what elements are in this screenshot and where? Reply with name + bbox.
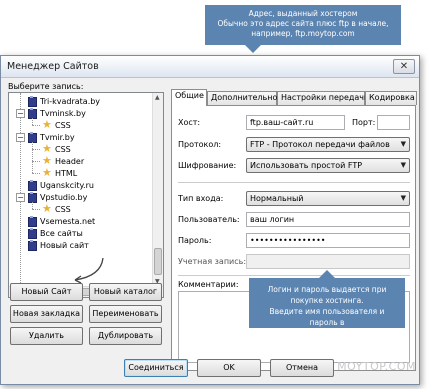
tree-item-label: Header bbox=[55, 156, 85, 166]
tab-transfer-settings[interactable]: Настройки передачи bbox=[277, 91, 369, 105]
star-folder-icon bbox=[42, 202, 52, 215]
star-folder-icon bbox=[42, 154, 52, 167]
login-hint-line-2: Введите имя пользователя и пароль в bbox=[269, 307, 385, 327]
tree-item-label: CSS bbox=[55, 204, 71, 214]
host-hint-line-2: Обычно это адрес сайта плюс ftp в начале… bbox=[217, 19, 389, 28]
login-hint-line-1: Логин и пароль выдается при покупке хост… bbox=[267, 285, 387, 305]
tree-item-label: Tvmir.by bbox=[40, 132, 75, 142]
tree-item-label: Tri-kvadrata.by bbox=[40, 96, 101, 106]
collapse-icon[interactable]: − bbox=[16, 109, 25, 118]
site-icon bbox=[27, 96, 37, 107]
logon-type-label: Тип входа: bbox=[178, 194, 224, 203]
divider bbox=[178, 182, 410, 183]
login-hint-line-3: соответствующие поля и нажмите "Соединит… bbox=[258, 329, 396, 349]
tree-item-site[interactable]: Vsemesta.net bbox=[27, 215, 95, 227]
site-icon bbox=[27, 216, 37, 227]
scroll-up-icon[interactable]: ▲ bbox=[155, 94, 160, 101]
site-icon bbox=[27, 192, 37, 203]
tree-item-folder[interactable]: HTML bbox=[42, 166, 78, 179]
collapse-icon[interactable]: − bbox=[16, 193, 25, 202]
logon-type-value: Нормальный bbox=[250, 194, 304, 203]
tree-item-site[interactable]: Новый сайт bbox=[27, 239, 89, 251]
site-icon bbox=[27, 132, 37, 143]
tree-vertical-scrollbar[interactable]: ▲ ▼ bbox=[152, 93, 163, 287]
encryption-select[interactable]: Использовать простой FTP ▼ bbox=[246, 158, 410, 173]
chevron-down-icon: ▼ bbox=[400, 161, 406, 169]
rename-button[interactable]: Переименовать bbox=[89, 305, 162, 323]
cancel-button[interactable]: Отмена bbox=[270, 359, 334, 377]
window-title: Менеджер Сайтов bbox=[7, 61, 99, 72]
tree-item-label: Все сайты bbox=[40, 228, 83, 238]
encryption-label: Шифрование: bbox=[178, 161, 237, 170]
tree-item-site[interactable]: Tri-kvadrata.by bbox=[27, 95, 100, 107]
star-folder-icon bbox=[42, 166, 52, 179]
connect-button[interactable]: Соединиться bbox=[124, 359, 188, 377]
tree-item-label: Новый сайт bbox=[40, 240, 89, 250]
host-hint-line-3: например, ftp.moytop.com bbox=[251, 29, 355, 38]
tree-item-folder[interactable]: CSS bbox=[42, 202, 71, 215]
protocol-label: Протокол: bbox=[178, 140, 222, 149]
star-folder-icon bbox=[42, 142, 52, 155]
tree-item-site[interactable]: Uganskcity.ru bbox=[27, 179, 94, 191]
chevron-down-icon: ▼ bbox=[400, 140, 406, 148]
tab-general[interactable]: Общие bbox=[171, 89, 207, 106]
tree-item-label: HTML bbox=[55, 168, 78, 178]
tab-advanced[interactable]: Дополнительно bbox=[207, 91, 277, 105]
tree-item-site[interactable]: Vpstudio.by bbox=[27, 191, 87, 203]
hint-arrow-icon bbox=[74, 257, 104, 284]
duplicate-button[interactable]: Дублировать bbox=[89, 327, 162, 345]
close-button[interactable]: ✕ bbox=[393, 59, 415, 74]
login-hint-callout: Логин и пароль выдается при покупке хост… bbox=[249, 270, 405, 349]
host-input[interactable]: ftp.ваш-сайт.ru bbox=[246, 115, 345, 130]
port-label: Порт: bbox=[352, 118, 376, 127]
comments-label: Комментарии: bbox=[178, 280, 239, 289]
account-label: Учетная запись: bbox=[178, 257, 247, 266]
user-input[interactable]: ваш логин bbox=[246, 212, 410, 227]
account-input bbox=[246, 254, 410, 269]
delete-button[interactable]: Удалить bbox=[10, 327, 83, 345]
host-hint-callout: Адрес, выданный хостером Обычно это адре… bbox=[205, 5, 401, 53]
site-icon bbox=[27, 108, 37, 119]
close-icon: ✕ bbox=[399, 61, 409, 72]
encryption-value: Использовать простой FTP bbox=[250, 161, 363, 170]
tree-item-label: CSS bbox=[55, 120, 71, 130]
divider bbox=[178, 275, 410, 276]
scroll-thumb[interactable] bbox=[154, 248, 162, 275]
tree-item-label: Vsemesta.net bbox=[40, 216, 96, 226]
tree-item-label: CSS bbox=[55, 144, 71, 154]
user-label: Пользователь: bbox=[178, 215, 240, 224]
host-label: Хост: bbox=[178, 118, 201, 127]
logon-type-select[interactable]: Нормальный ▼ bbox=[246, 191, 410, 206]
watermark: MOYTOP.COM bbox=[337, 360, 416, 373]
tree-item-label: Tvminsk.by bbox=[40, 108, 86, 118]
site-manager-window: Менеджер Сайтов ✕ Выберите запись: Tri-k… bbox=[0, 55, 420, 385]
site-icon bbox=[27, 240, 37, 251]
select-entry-label: Выберите запись: bbox=[8, 82, 84, 91]
new-bookmark-button[interactable]: Новая закладка bbox=[10, 305, 83, 323]
site-icon bbox=[27, 228, 37, 239]
port-input[interactable] bbox=[377, 115, 410, 130]
password-label: Пароль: bbox=[178, 236, 212, 245]
star-folder-icon bbox=[42, 118, 52, 131]
tree-item-site[interactable]: Tvminsk.by bbox=[27, 107, 86, 119]
tree-item-label: Vpstudio.by bbox=[40, 192, 88, 202]
password-input[interactable]: •••••••••••••••• bbox=[246, 233, 410, 248]
ok-button[interactable]: OK bbox=[197, 359, 261, 377]
protocol-select[interactable]: FTP - Протокол передачи файлов ▼ bbox=[246, 137, 410, 152]
title-bar: Менеджер Сайтов ✕ bbox=[1, 56, 419, 78]
collapse-icon[interactable]: − bbox=[16, 133, 25, 142]
tree-item-site[interactable]: Все сайты bbox=[27, 227, 83, 239]
tree-item-folder[interactable]: CSS bbox=[42, 118, 71, 131]
tab-charset[interactable]: Кодировка bbox=[365, 91, 417, 105]
tree-item-label: Uganskcity.ru bbox=[40, 180, 94, 190]
protocol-value: FTP - Протокол передачи файлов bbox=[250, 140, 390, 149]
site-icon bbox=[27, 180, 37, 191]
host-hint-line-1: Адрес, выданный хостером bbox=[248, 9, 358, 18]
chevron-down-icon: ▼ bbox=[400, 194, 406, 202]
